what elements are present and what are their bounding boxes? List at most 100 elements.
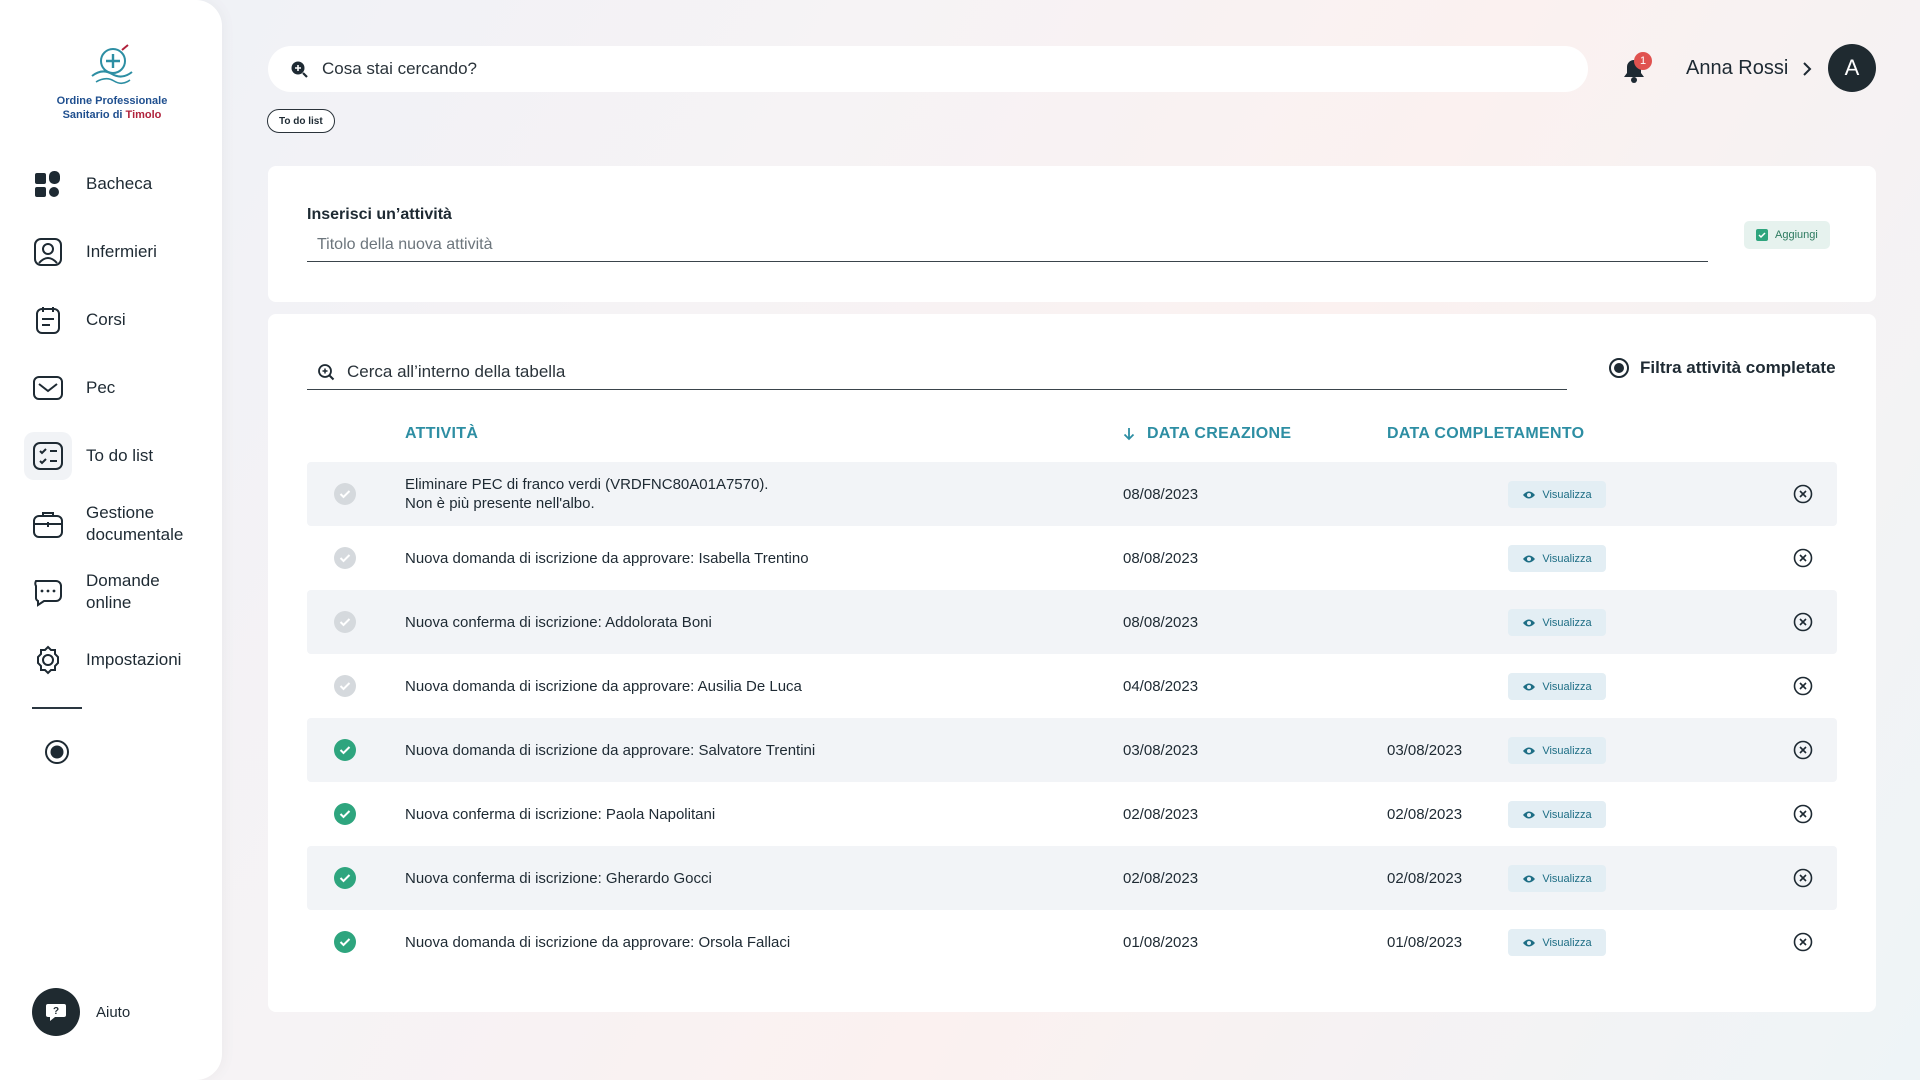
view-task-button[interactable]: Visualizza bbox=[1508, 737, 1606, 764]
org-logo[interactable]: Ordine Professionale Sanitario di Timolo bbox=[52, 42, 172, 122]
eye-icon bbox=[1523, 811, 1536, 818]
user-menu[interactable]: Anna Rossi bbox=[1686, 57, 1812, 80]
avatar[interactable]: A bbox=[1828, 44, 1876, 92]
sidebar-item-pec[interactable]: Pec bbox=[24, 364, 204, 412]
chevron-right-icon bbox=[1803, 61, 1812, 76]
view-task-button[interactable]: Visualizza bbox=[1508, 673, 1606, 700]
table-row: Nuova domanda di iscrizione da approvare… bbox=[307, 654, 1837, 718]
sidebar-item-label: Bacheca bbox=[86, 174, 153, 193]
view-task-label: Visualizza bbox=[1542, 616, 1592, 629]
remove-task-icon[interactable] bbox=[1792, 931, 1814, 953]
remove-task-icon[interactable] bbox=[1792, 803, 1814, 825]
task-created-date: 01/08/2023 bbox=[1123, 934, 1199, 951]
remove-task-icon[interactable] bbox=[1792, 675, 1814, 697]
table-search-placeholder: Cerca all’interno della tabella bbox=[347, 361, 566, 381]
eye-icon bbox=[1523, 555, 1536, 562]
checkbox-icon bbox=[1756, 229, 1768, 241]
column-header-created-label: DATA CREAZIONE bbox=[1147, 425, 1292, 442]
sidebar-item-gestione-documentale[interactable]: Gestione documentale bbox=[24, 500, 204, 548]
user-profile-icon bbox=[24, 228, 72, 276]
table-row: Nuova domanda di iscrizione da approvare… bbox=[307, 910, 1837, 974]
help-icon: ? bbox=[32, 988, 80, 1036]
theme-toggle[interactable] bbox=[42, 740, 72, 764]
sidebar-item-infermieri[interactable]: Infermieri bbox=[24, 228, 204, 276]
view-task-label: Visualizza bbox=[1542, 744, 1592, 757]
add-task-button[interactable]: Aggiungi bbox=[1744, 221, 1830, 249]
table-row: Nuova domanda di iscrizione da approvare… bbox=[307, 526, 1837, 590]
task-title: Nuova domanda di iscrizione da approvare… bbox=[405, 549, 809, 568]
task-created-date: 03/08/2023 bbox=[1123, 742, 1199, 759]
task-complete-checkbox[interactable] bbox=[334, 483, 356, 505]
tasks-table-panel: Cerca all’interno della tabella Filtra a… bbox=[268, 314, 1876, 1012]
column-header-activity[interactable]: ATTIVITÀ bbox=[405, 425, 478, 443]
task-complete-checkbox[interactable] bbox=[334, 867, 356, 889]
filter-completed-label: Filtra attività completate bbox=[1640, 358, 1836, 377]
sidebar-item-bacheca[interactable]: Bacheca bbox=[24, 160, 204, 208]
add-task-label: Inserisci un’attività bbox=[307, 206, 452, 223]
remove-task-icon[interactable] bbox=[1792, 867, 1814, 889]
task-complete-checkbox[interactable] bbox=[334, 611, 356, 633]
help-button[interactable]: ? Aiuto bbox=[32, 988, 130, 1036]
view-task-button[interactable]: Visualizza bbox=[1508, 929, 1606, 956]
sidebar-item-label: Gestione documentale bbox=[86, 503, 184, 544]
task-complete-checkbox[interactable] bbox=[334, 739, 356, 761]
view-task-button[interactable]: Visualizza bbox=[1508, 545, 1606, 572]
task-title-line1: Nuova domanda di iscrizione da approvare… bbox=[405, 678, 802, 695]
column-header-created[interactable]: DATA CREAZIONE bbox=[1123, 425, 1291, 443]
sidebar-item-corsi[interactable]: Corsi bbox=[24, 296, 204, 344]
breadcrumb[interactable]: To do list bbox=[267, 109, 335, 133]
remove-task-icon[interactable] bbox=[1792, 547, 1814, 569]
sidebar-item-impostazioni[interactable]: Impostazioni bbox=[24, 636, 204, 684]
table-row: Nuova domanda di iscrizione da approvare… bbox=[307, 718, 1837, 782]
task-title: Nuova conferma di iscrizione: Gherardo G… bbox=[405, 869, 712, 888]
org-name: Ordine Professionale Sanitario di Timolo bbox=[52, 94, 172, 122]
mail-icon bbox=[24, 364, 72, 412]
task-title: Nuova domanda di iscrizione da approvare… bbox=[405, 677, 802, 696]
remove-task-icon[interactable] bbox=[1792, 739, 1814, 761]
view-task-button[interactable]: Visualizza bbox=[1508, 865, 1606, 892]
user-name: Anna Rossi bbox=[1686, 57, 1789, 79]
chat-bubble-icon bbox=[24, 568, 72, 616]
task-completed-date: 02/08/2023 bbox=[1387, 806, 1463, 823]
remove-task-icon[interactable] bbox=[1792, 483, 1814, 505]
task-complete-checkbox[interactable] bbox=[334, 547, 356, 569]
task-complete-checkbox[interactable] bbox=[334, 931, 356, 953]
org-name-line2-a: Sanitario di bbox=[62, 109, 126, 121]
sidebar-item-todo[interactable]: To do list bbox=[24, 432, 204, 480]
sidebar-item-domande-online[interactable]: Domande online bbox=[24, 568, 204, 616]
view-task-label: Visualizza bbox=[1542, 872, 1592, 885]
search-icon bbox=[291, 61, 308, 78]
view-task-button[interactable]: Visualizza bbox=[1508, 481, 1606, 508]
filter-completed-toggle[interactable]: Filtra attività completate bbox=[1608, 358, 1836, 378]
global-search[interactable]: Cosa stai cercando? bbox=[268, 46, 1588, 92]
sidebar-divider bbox=[32, 707, 82, 709]
task-title-line1: Nuova domanda di iscrizione da approvare… bbox=[405, 742, 816, 759]
briefcase-icon bbox=[24, 500, 72, 548]
column-header-completed[interactable]: DATA COMPLETAMENTO bbox=[1387, 425, 1584, 443]
task-complete-checkbox[interactable] bbox=[334, 675, 356, 697]
eye-icon bbox=[1523, 747, 1536, 754]
task-title-line2: Non è più presente nell'albo. bbox=[405, 495, 595, 512]
task-title-line1: Nuova conferma di iscrizione: Paola Napo… bbox=[405, 806, 716, 823]
table-search[interactable]: Cerca all’interno della tabella bbox=[307, 354, 1567, 390]
new-task-title-input[interactable] bbox=[307, 228, 1708, 262]
org-name-line2-b: Timolo bbox=[125, 109, 162, 121]
check-icon bbox=[339, 810, 351, 819]
task-completed-date: 02/08/2023 bbox=[1387, 870, 1463, 887]
check-icon bbox=[339, 618, 351, 627]
notification-count-badge: 1 bbox=[1634, 52, 1652, 70]
task-title-line1: Nuova domanda di iscrizione da approvare… bbox=[405, 550, 809, 567]
task-title: Nuova conferma di iscrizione: Addolorata… bbox=[405, 613, 712, 632]
task-title-line1: Nuova conferma di iscrizione: Gherardo G… bbox=[405, 870, 712, 887]
help-label: Aiuto bbox=[96, 1003, 131, 1021]
task-complete-checkbox[interactable] bbox=[334, 803, 356, 825]
check-icon bbox=[339, 682, 351, 691]
view-task-button[interactable]: Visualizza bbox=[1508, 609, 1606, 636]
sidebar-item-label: To do list bbox=[86, 446, 154, 465]
remove-task-icon[interactable] bbox=[1792, 611, 1814, 633]
dashboard-icon bbox=[24, 160, 72, 208]
view-task-label: Visualizza bbox=[1542, 680, 1592, 693]
eye-icon bbox=[1523, 619, 1536, 626]
org-name-line1: Ordine Professionale bbox=[56, 95, 168, 107]
view-task-button[interactable]: Visualizza bbox=[1508, 801, 1606, 828]
